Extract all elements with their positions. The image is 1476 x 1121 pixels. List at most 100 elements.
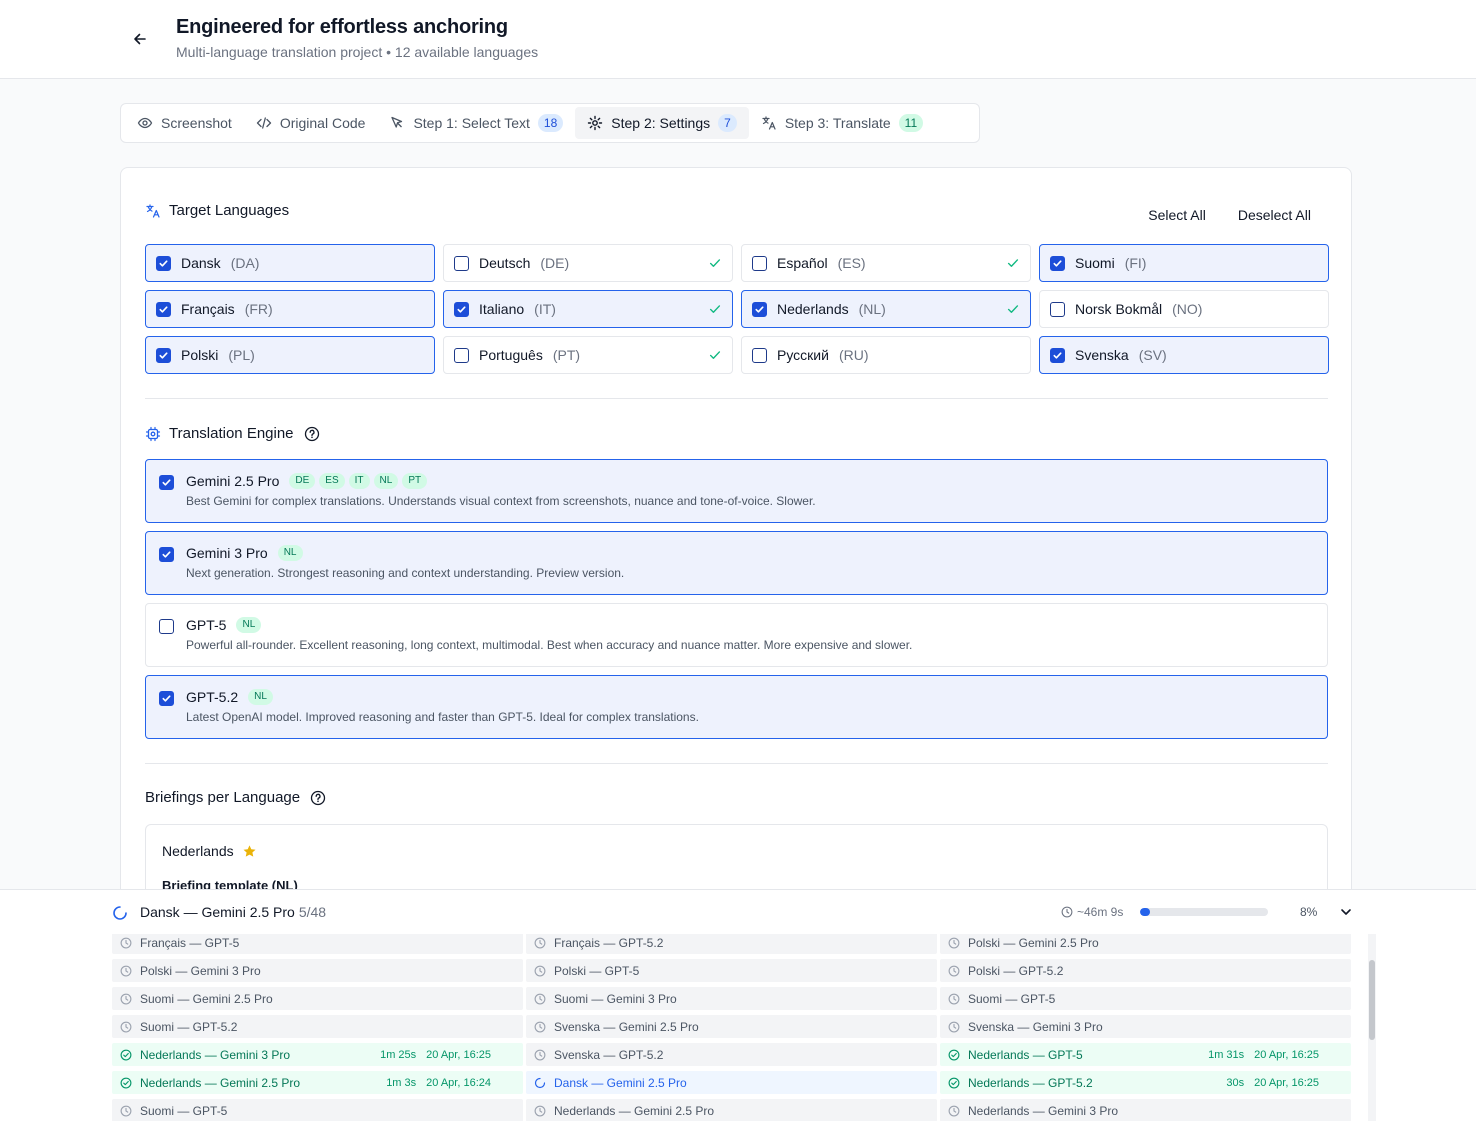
language-option[interactable]: Polski (PL) (145, 336, 435, 374)
job-label: Svenska — Gemini 3 Pro (968, 1019, 1103, 1034)
job-item: Polski — GPT-5.2 (940, 959, 1351, 982)
progress-count: 5/48 (298, 904, 327, 920)
tab-label: Step 3: Translate (784, 115, 891, 131)
tab-label: Step 2: Settings (611, 115, 711, 131)
job-label: Nederlands — Gemini 2.5 Pro (554, 1103, 715, 1118)
checkbox[interactable] (156, 301, 171, 317)
tab-settings[interactable]: Step 2: Settings 7 (575, 107, 749, 139)
progress-percent: 8% (1300, 905, 1318, 919)
language-code: (NL) (858, 301, 886, 317)
language-option[interactable]: Русский (RU) (741, 336, 1031, 374)
clock-icon (1061, 906, 1073, 918)
job-timestamp: 20 Apr, 16:24 (426, 1076, 491, 1089)
language-name: Nederlands (777, 301, 849, 317)
engine-option[interactable]: GPT-5 NL Powerful all-rounder. Excellent r… (145, 603, 1328, 667)
job-item: Polski — Gemini 3 Pro (112, 959, 523, 982)
language-name: Suomi (1075, 255, 1115, 271)
step-tabs: Screenshot Original Code Step 1: Select … (120, 103, 980, 143)
help-circle-icon[interactable] (304, 426, 320, 442)
cursor-icon (391, 116, 403, 128)
language-option[interactable]: Português (PT) (443, 336, 733, 374)
target-languages-heading: Target Languages (145, 202, 289, 219)
checkbox[interactable] (159, 547, 174, 562)
clock-icon (120, 1105, 132, 1116)
page-header: Engineered for effortless anchoring Mult… (0, 0, 1476, 79)
eye-icon (137, 117, 153, 129)
language-option[interactable]: Svenska (SV) (1039, 336, 1329, 374)
clock-icon (948, 1105, 960, 1116)
job-item: Nederlands — GPT-5.2 30s 20 Apr, 16:25 (940, 1071, 1351, 1094)
engine-language-badge: NL (373, 473, 399, 489)
check-circle-icon (120, 1049, 132, 1060)
tab-original-code[interactable]: Original Code (244, 107, 378, 139)
language-option[interactable]: Dansk (DA) (145, 244, 435, 282)
settings-card: Target Languages Select All Deselect All… (120, 167, 1352, 944)
job-item: Dansk — Gemini 2.5 Pro (526, 1071, 937, 1094)
language-option[interactable]: Nederlands (NL) (741, 290, 1031, 328)
checkbox[interactable] (454, 255, 469, 271)
checkbox[interactable] (159, 475, 174, 490)
job-label: Français — GPT-5.2 (554, 935, 664, 950)
help-circle-icon[interactable] (310, 790, 326, 806)
engine-language-badge: NL (236, 617, 262, 633)
eta: ~46m 9s (1061, 905, 1123, 919)
tab-count-badge: 7 (718, 114, 737, 132)
job-list[interactable]: Français — GPT-5 Français — GPT-5.2 Polski… (112, 934, 1352, 1121)
page-title: Engineered for effortless anchoring (176, 16, 508, 38)
language-name: Svenska (1075, 347, 1129, 363)
checkbox[interactable] (159, 691, 174, 706)
clock-icon (948, 937, 960, 948)
checkbox[interactable] (752, 301, 767, 317)
spinner-icon (113, 906, 127, 920)
job-item: Nederlands — Gemini 3 Pro (940, 1099, 1351, 1121)
clock-icon (948, 1021, 960, 1032)
checkbox[interactable] (454, 301, 469, 317)
language-code: (NO) (1172, 301, 1203, 317)
job-label: Polski — GPT-5 (554, 963, 640, 978)
checkbox[interactable] (156, 255, 171, 271)
engine-option[interactable]: Gemini 3 Pro NL Next generation. Strongest… (145, 531, 1328, 595)
scrollbar-thumb[interactable] (1369, 960, 1375, 1040)
translate-icon (146, 203, 160, 218)
checkbox[interactable] (454, 347, 469, 363)
language-code: (IT) (534, 301, 556, 317)
page-subtitle: Multi-language translation project • 12 … (176, 44, 539, 60)
engine-option[interactable]: GPT-5.2 NL Latest OpenAI model. Improved r… (145, 675, 1328, 739)
language-option[interactable]: Español (ES) (741, 244, 1031, 282)
tab-screenshot[interactable]: Screenshot (125, 107, 244, 139)
checkbox[interactable] (752, 347, 767, 363)
engine-language-badge: NL (277, 545, 303, 561)
tab-select-text[interactable]: Step 1: Select Text 18 (377, 107, 575, 139)
chevron-down-icon[interactable] (1338, 904, 1354, 920)
select-all-button[interactable]: Select All (1132, 201, 1222, 229)
divider (145, 763, 1328, 764)
briefing-language: Nederlands (162, 843, 257, 859)
tab-count-badge: 11 (898, 114, 924, 132)
language-option[interactable]: Deutsch (DE) (443, 244, 733, 282)
tab-label: Step 1: Select Text (413, 115, 530, 131)
checkbox[interactable] (159, 619, 174, 634)
language-name: Русский (777, 347, 829, 363)
checkbox[interactable] (752, 255, 767, 271)
checkbox[interactable] (1050, 347, 1065, 363)
language-option[interactable]: Français (FR) (145, 290, 435, 328)
language-option[interactable]: Norsk Bokmål (NO) (1039, 290, 1329, 328)
job-label: Dansk — Gemini 2.5 Pro (554, 1075, 687, 1090)
checkbox[interactable] (156, 347, 171, 363)
back-button[interactable] (128, 27, 152, 51)
job-duration: 1m 31s (1208, 1048, 1245, 1061)
job-item: Polski — Gemini 2.5 Pro (940, 934, 1351, 954)
checkbox[interactable] (1050, 255, 1065, 271)
language-option[interactable]: Suomi (FI) (1039, 244, 1329, 282)
job-item: Svenska — GPT-5.2 (526, 1043, 937, 1066)
deselect-all-button[interactable]: Deselect All (1222, 201, 1327, 229)
language-option[interactable]: Italiano (IT) (443, 290, 733, 328)
checkbox[interactable] (1050, 301, 1065, 317)
engine-language-badge: NL (248, 689, 273, 705)
clock-icon (120, 993, 132, 1004)
language-code: (SV) (1138, 347, 1167, 363)
eta-text: ~46m 9s (1077, 905, 1124, 919)
tab-translate[interactable]: Step 3: Translate 11 (749, 107, 935, 139)
job-item: Suomi — Gemini 3 Pro (526, 987, 937, 1010)
engine-option[interactable]: Gemini 2.5 Pro DE ES IT NL PT Best Gemini for … (145, 459, 1328, 523)
